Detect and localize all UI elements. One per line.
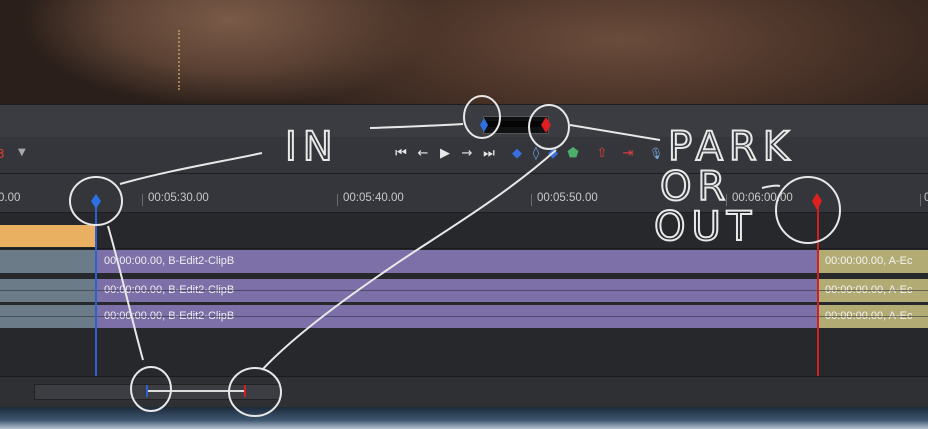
lift-button[interactable]: ⇧ (594, 146, 610, 162)
clip-b-edit2-video[interactable]: 00:00:00.00, B-Edit2-ClipB (96, 250, 818, 273)
ruler-tick (142, 194, 143, 206)
ruler-label: 00:05:30.00 (148, 192, 209, 204)
step-forward-button[interactable]: → (459, 146, 475, 162)
set-out-button[interactable]: ◆ (545, 146, 561, 162)
ruler-label: 00:05:50.00 (537, 192, 598, 204)
ruler-label: 00:05:40.00 (343, 192, 404, 204)
extract-button[interactable]: ⇥ (620, 146, 636, 162)
step-back-button[interactable]: ← (415, 146, 431, 162)
ruler-tick (337, 194, 338, 206)
ruler-label: 0 (924, 192, 928, 204)
dropdown-caret-icon[interactable]: ▼ (18, 147, 26, 158)
video-preview-bottom (0, 407, 928, 429)
ruler-label: 00:06:00.00 (732, 192, 793, 204)
clip-left[interactable] (0, 250, 96, 273)
transport-toolbar: 3 ▼ ⏮ ← ▶ → ⏭ ◆ ◊ ◆ ⬟ ⇧ ⇥ 🎙 (0, 137, 928, 174)
mini-range-bar (0, 104, 928, 138)
ruler-tick (531, 194, 532, 206)
play-button[interactable]: ▶ (437, 146, 453, 162)
ruler-label: 0.00 (0, 192, 21, 204)
ruler-tick (920, 194, 921, 206)
go-to-start-button[interactable]: ⏮ (393, 146, 409, 162)
out-point-line (817, 200, 819, 376)
in-out-range-line (487, 121, 543, 127)
video-preview-top (0, 0, 928, 104)
timeline-ruler[interactable]: 0.00 00:05:30.00 00:05:40.00 00:05:50.00… (0, 174, 928, 213)
marker-button[interactable]: ⬟ (565, 146, 581, 162)
scroll-in-out-range (146, 390, 246, 392)
track-divider (0, 248, 928, 249)
go-to-end-button[interactable]: ⏭ (481, 146, 497, 162)
red-value-text: 3 (0, 147, 5, 161)
clip-a-video[interactable]: 00:00:00.00, A-Ec (819, 250, 928, 273)
clear-marks-button[interactable]: ◊ (528, 146, 544, 162)
audio-waveform (0, 316, 928, 317)
mic-button[interactable]: 🎙 (648, 146, 664, 162)
audio-waveform (0, 290, 928, 291)
orange-track-clip[interactable] (0, 225, 95, 247)
scroll-in-marker (146, 385, 148, 397)
set-in-button[interactable]: ◆ (509, 146, 525, 162)
in-point-line (95, 200, 97, 376)
video-detail (178, 30, 186, 90)
scroll-out-marker (244, 385, 246, 397)
ruler-tick (726, 194, 727, 206)
